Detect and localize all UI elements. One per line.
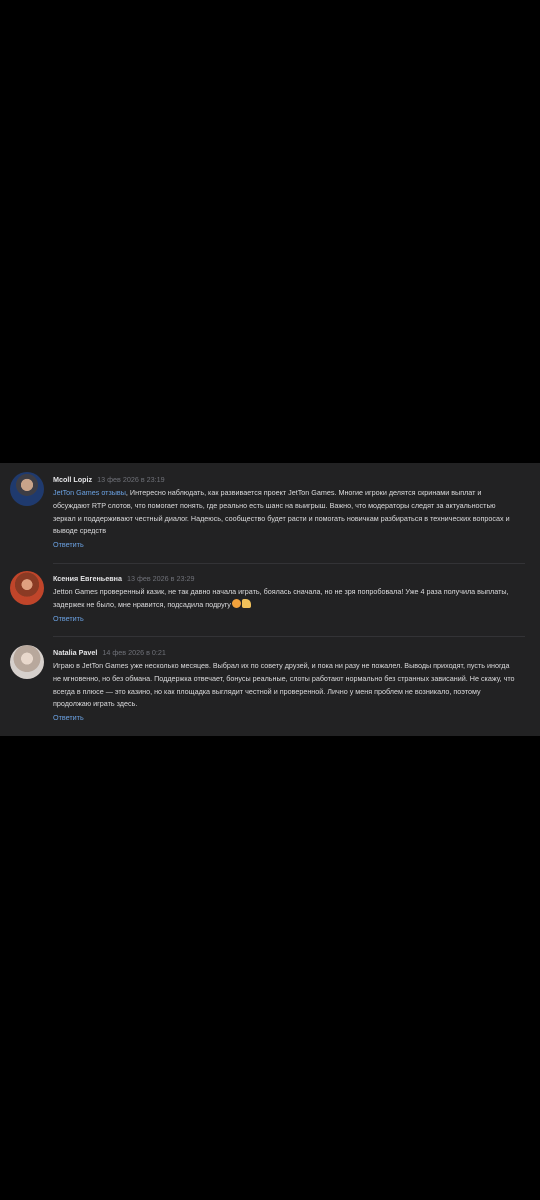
comment-text: JetTon Games отзывы, Интересно наблюдать… <box>53 487 515 538</box>
avatar[interactable] <box>10 571 44 605</box>
divider <box>53 563 525 564</box>
comment-text-content: Jetton Games проверенный казик, не так д… <box>53 587 509 609</box>
smiling-face-icon <box>231 598 241 608</box>
comment-header: Natalia Pavel 14 фев 2026 в 0:21 <box>53 647 515 659</box>
reply-link[interactable]: Ответить <box>53 712 515 724</box>
screen: Mcoll Lopiz 13 фев 2026 в 23:19 JetTon G… <box>0 0 540 1200</box>
divider <box>53 636 525 637</box>
comment-body: Mcoll Lopiz 13 фев 2026 в 23:19 JetTon G… <box>53 474 515 551</box>
comment-header: Ксения Евгеньевна 13 фев 2026 в 23:29 <box>53 573 515 585</box>
comment-link[interactable]: JetTon Games отзывы <box>53 488 126 497</box>
reply-link[interactable]: Ответить <box>53 539 515 551</box>
comment-date[interactable]: 14 фев 2026 в 0:21 <box>102 648 166 657</box>
comment-body: Natalia Pavel 14 фев 2026 в 0:21 Играю в… <box>53 647 515 724</box>
comment-date[interactable]: 13 фев 2026 в 23:19 <box>97 475 165 484</box>
comment-author[interactable]: Ксения Евгеньевна <box>53 574 122 583</box>
avatar[interactable] <box>10 472 44 506</box>
comment-header: Mcoll Lopiz 13 фев 2026 в 23:19 <box>53 474 515 486</box>
comment-author[interactable]: Natalia Pavel <box>53 648 97 657</box>
comment-author[interactable]: Mcoll Lopiz <box>53 475 92 484</box>
comment-text: Играю в JetTon Games уже несколько месяц… <box>53 661 515 709</box>
thumbs-up-icon <box>241 598 251 608</box>
avatar[interactable] <box>10 645 44 679</box>
comment-date[interactable]: 13 фев 2026 в 23:29 <box>127 574 195 583</box>
comment-text: Jetton Games проверенный казик, не так д… <box>53 586 515 612</box>
reply-link[interactable]: Ответить <box>53 613 515 625</box>
comment-body: Ксения Евгеньевна 13 фев 2026 в 23:29 Je… <box>53 573 515 625</box>
